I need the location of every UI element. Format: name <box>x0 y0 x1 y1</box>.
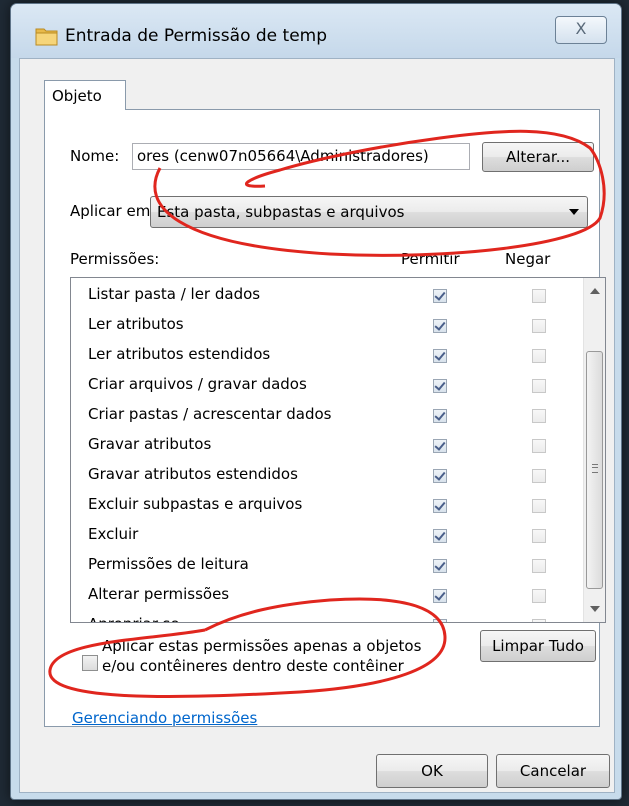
deny-checkbox[interactable] <box>532 529 546 543</box>
deny-checkbox[interactable] <box>532 559 546 573</box>
permission-label: Criar arquivos / gravar dados <box>88 375 307 393</box>
allow-checkbox[interactable] <box>433 409 447 423</box>
cancel-button[interactable]: Cancelar <box>496 754 610 788</box>
permission-row: Criar arquivos / gravar dados <box>71 371 565 401</box>
tab-objeto[interactable]: Objeto <box>44 80 126 110</box>
permission-label: Listar pasta / ler dados <box>88 285 261 303</box>
deny-checkbox[interactable] <box>532 349 546 363</box>
allow-checkbox[interactable] <box>433 619 447 622</box>
allow-column-header: Permitir <box>401 250 460 268</box>
permissions-scrollbar[interactable] <box>583 278 605 622</box>
allow-checkbox[interactable] <box>433 499 447 513</box>
allow-checkbox[interactable] <box>433 289 447 303</box>
permission-row: Permissões de leitura <box>71 551 565 581</box>
allow-checkbox[interactable] <box>433 439 447 453</box>
permission-entry-dialog: Entrada de Permissão de temp X Objeto No… <box>10 3 622 800</box>
deny-checkbox[interactable] <box>532 499 546 513</box>
permission-label: Excluir subpastas e arquivos <box>88 495 303 513</box>
allow-checkbox[interactable] <box>433 469 447 483</box>
permission-label: Permissões de leitura <box>88 555 249 573</box>
allow-checkbox[interactable] <box>433 349 447 363</box>
scroll-down-icon[interactable] <box>590 606 600 612</box>
permission-label: Apropriar-se <box>88 615 180 622</box>
allow-checkbox[interactable] <box>433 559 447 573</box>
apply-to-dropdown[interactable]: Esta pasta, subpastas e arquivos <box>150 196 588 228</box>
permission-row: Excluir subpastas e arquivos <box>71 491 565 521</box>
deny-checkbox[interactable] <box>532 589 546 603</box>
permission-label: Gravar atributos estendidos <box>88 465 298 483</box>
title-bar[interactable]: Entrada de Permissão de temp X <box>11 4 621 58</box>
apply-only-line1: Aplicar estas permissões apenas a objeto… <box>102 637 422 655</box>
allow-checkbox[interactable] <box>433 589 447 603</box>
close-button[interactable]: X <box>555 16 607 44</box>
ok-button[interactable]: OK <box>376 754 488 788</box>
permission-row: Criar pastas / acrescentar dados <box>71 401 565 431</box>
principal-name-field[interactable]: ores (cenw07n05664\Administradores) <box>132 143 470 170</box>
permission-label: Alterar permissões <box>88 585 230 603</box>
grip-icon <box>592 464 598 473</box>
window-title: Entrada de Permissão de temp <box>65 26 327 46</box>
permission-row: Excluir <box>71 521 565 551</box>
permission-label: Ler atributos estendidos <box>88 345 271 363</box>
close-icon: X <box>575 19 587 38</box>
allow-checkbox[interactable] <box>433 379 447 393</box>
deny-checkbox[interactable] <box>532 409 546 423</box>
permission-row: Listar pasta / ler dados <box>71 281 565 311</box>
deny-checkbox[interactable] <box>532 469 546 483</box>
allow-checkbox[interactable] <box>433 319 447 333</box>
scroll-thumb[interactable] <box>586 351 603 589</box>
apply-only-label[interactable]: Aplicar estas permissões apenas a objeto… <box>102 636 447 676</box>
apply-to-value: Esta pasta, subpastas e arquivos <box>157 203 405 221</box>
tab-label: Objeto <box>52 87 102 105</box>
deny-column-header: Negar <box>505 250 551 268</box>
permissions-list[interactable]: Listar pasta / ler dados Ler atributos Ler… <box>70 277 606 623</box>
permission-row: Ler atributos estendidos <box>71 341 565 371</box>
deny-checkbox[interactable] <box>532 619 546 622</box>
folder-icon <box>35 28 58 46</box>
apply-only-line2: e/ou contêineres dentro deste contêiner <box>102 657 404 675</box>
change-principal-button[interactable]: Alterar... <box>482 142 594 172</box>
permission-row: Alterar permissões <box>71 581 565 611</box>
permission-label: Gravar atributos <box>88 435 212 453</box>
deny-checkbox[interactable] <box>532 379 546 393</box>
permission-row: Gravar atributos <box>71 431 565 461</box>
scroll-up-icon[interactable] <box>590 288 600 294</box>
allow-checkbox[interactable] <box>433 529 447 543</box>
clear-all-button[interactable]: Limpar Tudo <box>480 630 596 662</box>
permission-label: Excluir <box>88 525 139 543</box>
deny-checkbox[interactable] <box>532 319 546 333</box>
permission-row: Ler atributos <box>71 311 565 341</box>
permission-row: Gravar atributos estendidos <box>71 461 565 491</box>
name-label: Nome: <box>70 147 120 165</box>
apply-only-checkbox[interactable] <box>82 655 98 671</box>
deny-checkbox[interactable] <box>532 289 546 303</box>
permission-row: Apropriar-se <box>71 611 565 622</box>
apply-to-label: Aplicar em: <box>70 202 156 220</box>
permission-label: Criar pastas / acrescentar dados <box>88 405 332 423</box>
dialog-body: Objeto Nome: ores (cenw07n05664\Administ… <box>19 58 615 793</box>
permissions-label: Permissões: <box>70 250 160 268</box>
manage-permissions-link[interactable]: Gerenciando permissões <box>72 709 257 727</box>
deny-checkbox[interactable] <box>532 439 546 453</box>
permission-label: Ler atributos <box>88 315 184 333</box>
chevron-down-icon <box>569 209 579 215</box>
